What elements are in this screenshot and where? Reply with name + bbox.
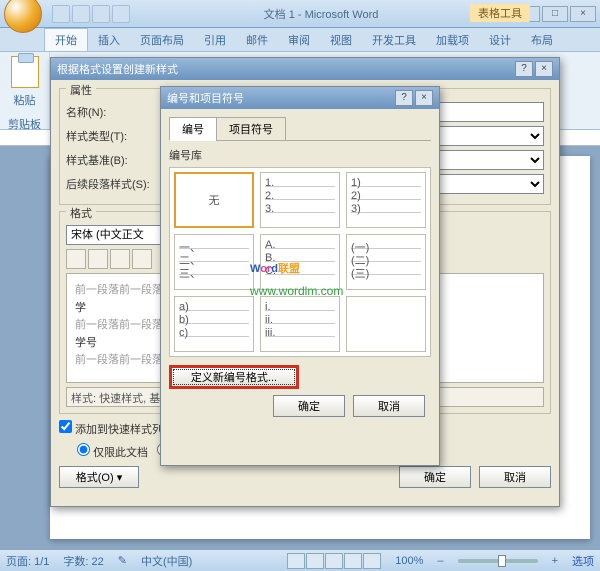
qat-redo[interactable] bbox=[92, 5, 110, 23]
tab-view[interactable]: 视图 bbox=[320, 29, 362, 51]
context-tab-table: 表格工具 bbox=[470, 4, 530, 22]
close-button[interactable]: × bbox=[570, 6, 596, 22]
status-bar: 页面: 1/1 字数: 22 ✎ 中文(中国) 100% – + 选项 bbox=[0, 549, 600, 571]
dlg-style-help[interactable]: ? bbox=[515, 61, 533, 77]
tab-design[interactable]: 设计 bbox=[479, 29, 521, 51]
align-justify[interactable] bbox=[132, 249, 152, 269]
align-right[interactable] bbox=[110, 249, 130, 269]
add-quick-checkbox[interactable] bbox=[59, 420, 72, 433]
view-outline[interactable] bbox=[344, 553, 362, 569]
paste-label: 粘贴 bbox=[0, 92, 49, 108]
numbering-library: 无 1.2.3. 1)2)3) 一、二、三、 A.B.C. (一)(二)(三) … bbox=[169, 167, 431, 357]
tab-numbering[interactable]: 编号 bbox=[169, 117, 217, 141]
tab-layout[interactable]: 页面布局 bbox=[130, 29, 194, 51]
tab-review[interactable]: 审阅 bbox=[278, 29, 320, 51]
align-left[interactable] bbox=[66, 249, 86, 269]
num-ok-button[interactable]: 确定 bbox=[273, 395, 345, 417]
num-chinese[interactable]: 一、二、三、 bbox=[174, 234, 254, 290]
num-lower-letter[interactable]: a)b)c) bbox=[174, 296, 254, 352]
view-draft[interactable] bbox=[363, 553, 381, 569]
define-new-number-button[interactable]: 定义新编号格式... bbox=[169, 365, 299, 389]
align-center[interactable] bbox=[88, 249, 108, 269]
tab-bullets[interactable]: 项目符号 bbox=[216, 117, 286, 141]
num-empty[interactable] bbox=[346, 296, 426, 352]
num-none[interactable]: 无 bbox=[174, 172, 254, 228]
status-options[interactable]: 选项 bbox=[572, 553, 594, 569]
status-lang[interactable]: 中文(中国) bbox=[141, 553, 192, 569]
window-title: 文档 1 - Microsoft Word bbox=[130, 6, 512, 22]
qat-save[interactable] bbox=[52, 5, 70, 23]
view-read[interactable] bbox=[306, 553, 324, 569]
num-decimal-paren[interactable]: 1)2)3) bbox=[346, 172, 426, 228]
dlg-num-title: 编号和项目符号 bbox=[167, 90, 244, 106]
zoom-slider[interactable] bbox=[458, 559, 538, 563]
num-cancel-button[interactable]: 取消 bbox=[353, 395, 425, 417]
tab-dev[interactable]: 开发工具 bbox=[362, 29, 426, 51]
num-decimal-dot[interactable]: 1.2.3. bbox=[260, 172, 340, 228]
ribbon-tabs: 开始 插入 页面布局 引用 邮件 审阅 视图 开发工具 加载项 设计 布局 bbox=[0, 28, 600, 52]
format-menu-button[interactable]: 格式(O) ▾ bbox=[59, 466, 139, 488]
status-words[interactable]: 字数: 22 bbox=[63, 553, 103, 569]
maximize-button[interactable]: □ bbox=[542, 6, 568, 22]
only-doc-radio[interactable] bbox=[77, 443, 90, 456]
style-ok-button[interactable]: 确定 bbox=[399, 466, 471, 488]
dlg-num-close[interactable]: × bbox=[415, 90, 433, 106]
dialog-numbering: 编号和项目符号 ? × 编号 项目符号 编号库 无 1.2.3. 1)2)3) … bbox=[160, 86, 440, 466]
dlg-style-close[interactable]: × bbox=[535, 61, 553, 77]
tab-tlayout[interactable]: 布局 bbox=[521, 29, 563, 51]
style-cancel-button[interactable]: 取消 bbox=[479, 466, 551, 488]
num-chinese-paren[interactable]: (一)(二)(三) bbox=[346, 234, 426, 290]
dlg-style-title: 根据格式设置创建新样式 bbox=[57, 61, 178, 77]
view-print[interactable] bbox=[287, 553, 305, 569]
status-page[interactable]: 页面: 1/1 bbox=[6, 553, 49, 569]
tab-home[interactable]: 开始 bbox=[44, 28, 88, 51]
dlg-num-help[interactable]: ? bbox=[395, 90, 413, 106]
num-roman-lower[interactable]: i.ii.iii. bbox=[260, 296, 340, 352]
num-upper-letter[interactable]: A.B.C. bbox=[260, 234, 340, 290]
view-web[interactable] bbox=[325, 553, 343, 569]
qat-more[interactable] bbox=[112, 5, 130, 23]
paste-icon[interactable] bbox=[11, 56, 39, 88]
status-zoom[interactable]: 100% bbox=[395, 555, 423, 567]
tab-insert[interactable]: 插入 bbox=[88, 29, 130, 51]
tab-references[interactable]: 引用 bbox=[194, 29, 236, 51]
tab-addins[interactable]: 加载项 bbox=[426, 29, 479, 51]
tab-mail[interactable]: 邮件 bbox=[236, 29, 278, 51]
qat-undo[interactable] bbox=[72, 5, 90, 23]
